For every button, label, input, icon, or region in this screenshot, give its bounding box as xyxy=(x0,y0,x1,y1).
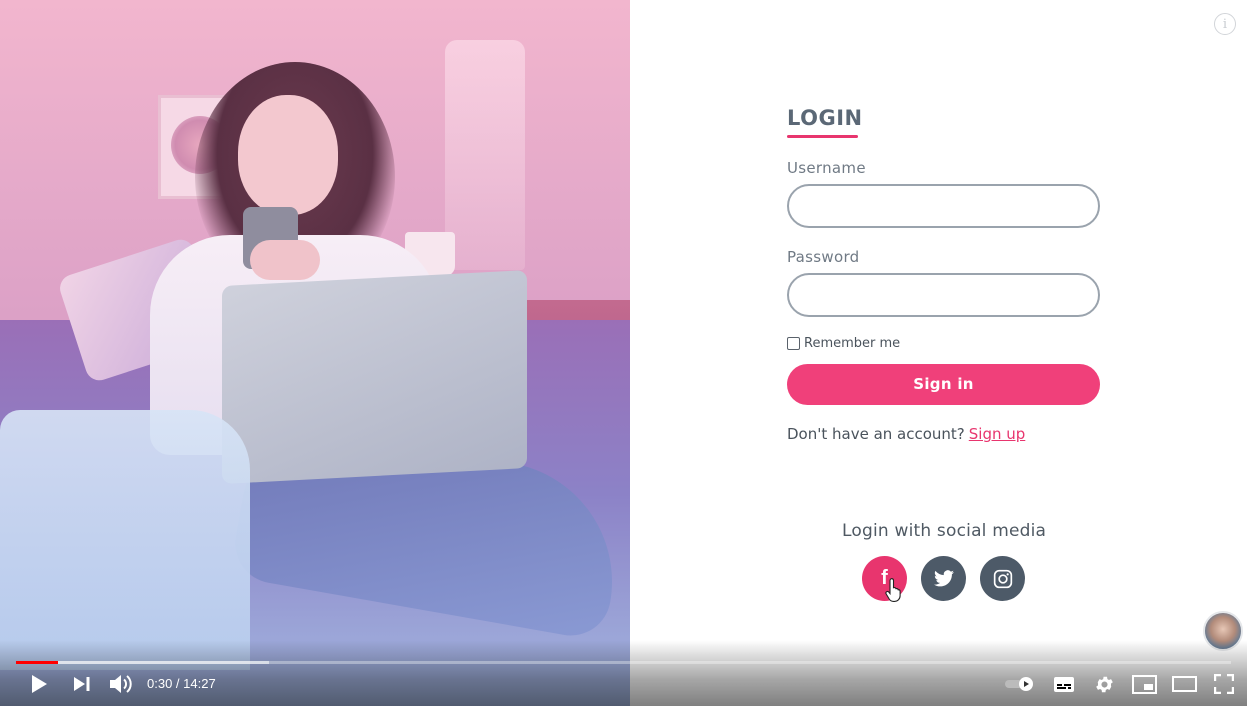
sign-up-link[interactable]: Sign up xyxy=(969,425,1026,443)
twitter-button[interactable] xyxy=(921,556,966,601)
video-player[interactable]: LOGIN Username Password Remember me Sign… xyxy=(0,0,1247,706)
sign-in-button[interactable]: Sign in xyxy=(787,364,1100,405)
vase xyxy=(445,40,525,270)
play-icon xyxy=(32,675,47,693)
settings-icon xyxy=(1095,676,1113,692)
username-input[interactable] xyxy=(787,184,1100,228)
volume-button[interactable] xyxy=(108,672,134,696)
hand xyxy=(250,240,320,280)
player-controls: 0:30 / 14:27 xyxy=(0,640,1247,706)
password-input[interactable] xyxy=(787,273,1100,317)
next-icon xyxy=(74,677,90,691)
autoplay-toggle-icon xyxy=(1005,677,1033,691)
time-display: 0:30 / 14:27 xyxy=(147,676,216,691)
progress-bar[interactable] xyxy=(16,661,1231,664)
password-label: Password xyxy=(787,248,860,266)
remember-me-label: Remember me xyxy=(804,336,901,351)
fullscreen-icon xyxy=(1214,674,1234,694)
autoplay-toggle[interactable] xyxy=(1004,672,1036,696)
signup-prompt: Don't have an account? Sign up xyxy=(787,425,1025,443)
volume-icon xyxy=(110,675,132,693)
theater-mode-button[interactable] xyxy=(1171,672,1197,696)
remember-me-checkbox[interactable] xyxy=(787,337,800,350)
hero-photo xyxy=(0,0,630,706)
laptop xyxy=(222,270,527,484)
settings-button[interactable] xyxy=(1092,672,1116,696)
social-login-title: Login with social media xyxy=(842,521,1047,541)
progress-played xyxy=(16,661,59,664)
login-title-underline xyxy=(787,135,858,138)
woman-face xyxy=(238,95,338,215)
instagram-icon xyxy=(993,569,1012,588)
theater-mode-icon xyxy=(1171,676,1197,692)
miniplayer-icon xyxy=(1131,674,1157,694)
subtitles-icon xyxy=(1054,676,1074,692)
twitter-icon xyxy=(933,570,954,587)
info-icon[interactable]: i xyxy=(1214,13,1236,35)
next-button[interactable] xyxy=(71,672,93,696)
login-title: LOGIN xyxy=(787,106,863,130)
blanket xyxy=(0,410,250,670)
fullscreen-button[interactable] xyxy=(1212,672,1236,696)
subtitles-button[interactable] xyxy=(1052,672,1076,696)
remember-me-row[interactable]: Remember me xyxy=(787,336,900,351)
username-label: Username xyxy=(787,159,866,177)
instagram-button[interactable] xyxy=(980,556,1025,601)
hand-pointer-cursor-icon xyxy=(885,578,901,602)
play-button[interactable] xyxy=(27,672,51,696)
no-account-text: Don't have an account? xyxy=(787,425,965,443)
miniplayer-button[interactable] xyxy=(1131,672,1157,696)
